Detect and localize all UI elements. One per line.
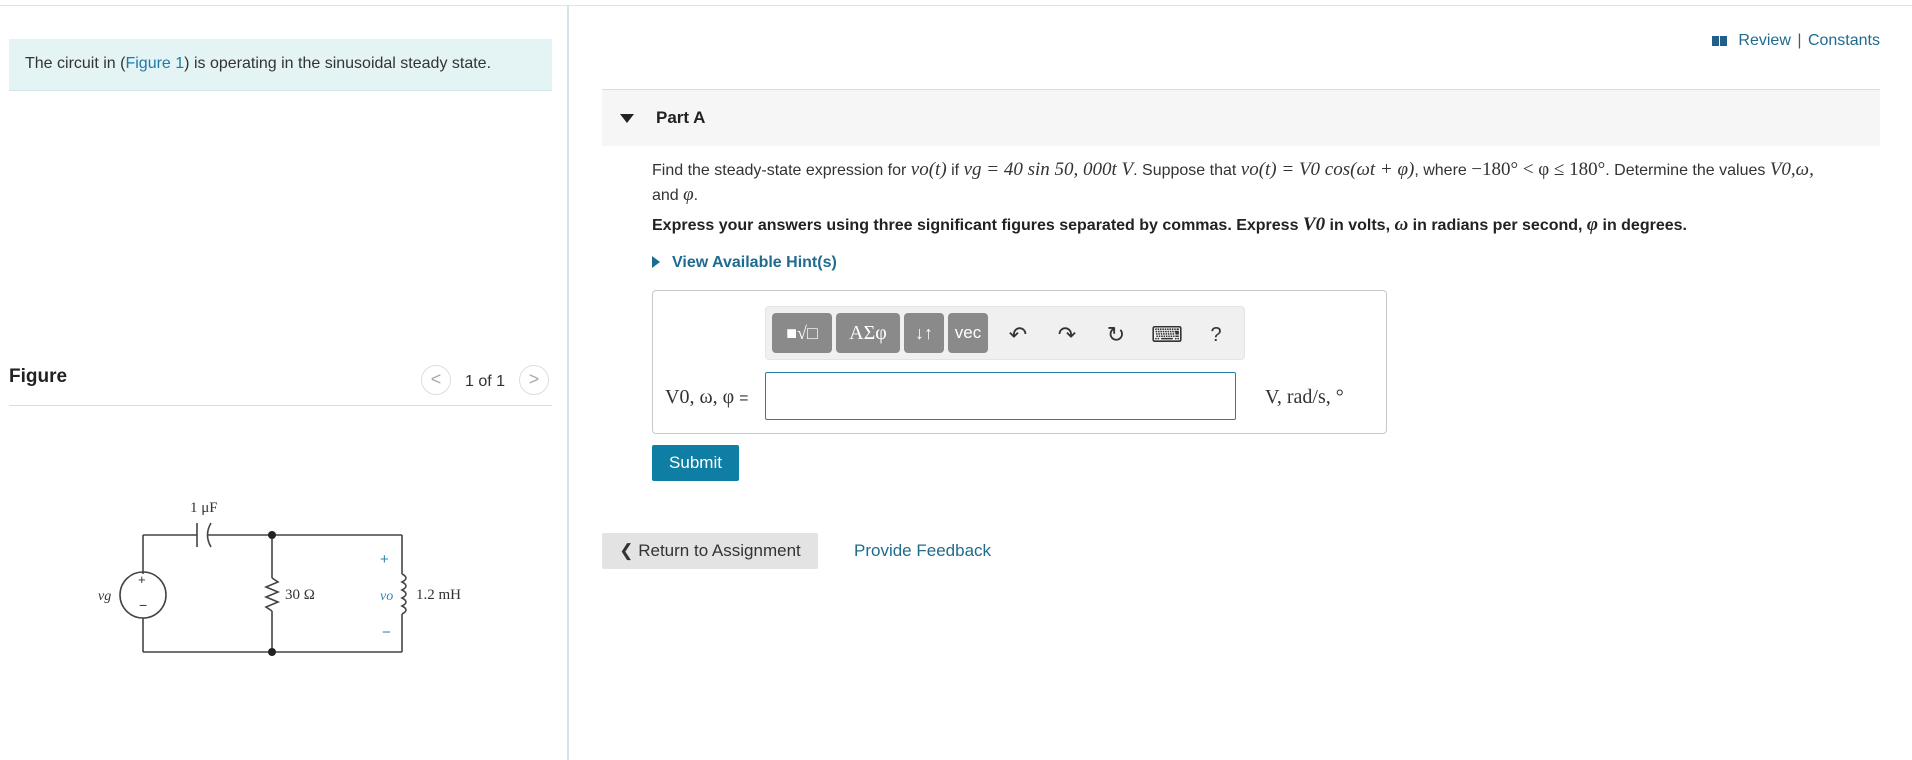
right-panel: Review | Constants Part A Find the stead…: [600, 0, 1880, 760]
inductor: [400, 573, 407, 615]
panel-divider: [567, 5, 569, 760]
vector-button[interactable]: vec: [948, 313, 988, 353]
figure-link[interactable]: Figure 1: [125, 55, 184, 72]
previous-figure-button[interactable]: <: [421, 365, 451, 395]
question-text: Find the steady-state expression for vo(…: [652, 159, 1814, 205]
source-minus: −: [139, 597, 147, 613]
output-minus: −: [382, 624, 391, 641]
figure-header: Figure < 1 of 1 >: [9, 354, 552, 406]
node: [268, 531, 276, 539]
keyboard-icon[interactable]: ⌨: [1150, 321, 1184, 349]
help-icon[interactable]: ?: [1202, 321, 1230, 349]
answer-variable-label: V0, ω, φ =: [665, 386, 749, 408]
expand-caret-icon: [652, 256, 660, 268]
review-constants-links: Review | Constants: [1711, 32, 1880, 50]
undo-icon[interactable]: ↶: [1004, 321, 1032, 349]
answer-units: V, rad/s, °: [1265, 386, 1344, 408]
left-panel: The circuit in (Figure 1) is operating i…: [0, 0, 568, 760]
link-separator: |: [1797, 32, 1802, 49]
collapse-caret-icon[interactable]: [620, 114, 634, 123]
answer-box: ■√□ ΑΣφ ↓↑ vec ↶ ↷ ↻ ⌨ ? V0, ω, φ = V, r…: [652, 290, 1387, 434]
resistor-label: 30 Ω: [285, 587, 315, 603]
output-label: vo: [380, 589, 393, 604]
resistor: [263, 577, 281, 612]
return-to-assignment-button[interactable]: ❮ Return to Assignment: [602, 533, 818, 569]
source-plus: +: [138, 572, 146, 587]
part-title: Part A: [656, 108, 706, 127]
part-a-header[interactable]: Part A: [602, 89, 1880, 146]
math-toolbar: ■√□ ΑΣφ ↓↑ vec ↶ ↷ ↻ ⌨ ?: [765, 306, 1245, 360]
hint-label: View Available Hint(s): [672, 254, 837, 271]
figure-page-indicator: 1 of 1: [465, 373, 506, 390]
answer-instructions: Express your answers using three signifi…: [652, 214, 1687, 235]
view-hints-toggle[interactable]: View Available Hint(s): [652, 254, 837, 272]
source-label: vg: [98, 589, 111, 604]
review-link[interactable]: Review: [1738, 32, 1790, 49]
templates-button[interactable]: ■√□: [772, 313, 832, 353]
inductor-label: 1.2 mH: [416, 587, 461, 603]
capacitor-label: 1 μF: [190, 500, 218, 516]
figure-title: Figure: [9, 366, 68, 387]
submit-button[interactable]: Submit: [652, 445, 739, 481]
output-plus: +: [380, 551, 389, 568]
book-icon-page: [1719, 36, 1727, 46]
answer-input[interactable]: [765, 372, 1236, 420]
constants-link[interactable]: Constants: [1808, 32, 1880, 49]
return-label: Return to Assignment: [638, 541, 801, 560]
reset-icon[interactable]: ↻: [1102, 321, 1130, 349]
node: [268, 648, 276, 656]
greek-symbols-button[interactable]: ΑΣφ: [836, 313, 900, 353]
next-figure-button[interactable]: >: [519, 365, 549, 395]
intro-text: The circuit in (: [25, 55, 126, 72]
arrows-button[interactable]: ↓↑: [904, 313, 944, 353]
chevron-left-icon: ❮: [619, 541, 634, 560]
book-icon: [1711, 36, 1719, 46]
redo-icon[interactable]: ↷: [1053, 321, 1081, 349]
intro-text-end: ) is operating in the sinusoidal steady …: [184, 55, 492, 72]
circuit-diagram: 1 μF 30 Ω 1.2 mH vg + − + vo −: [98, 500, 461, 656]
provide-feedback-link[interactable]: Provide Feedback: [854, 541, 991, 561]
problem-intro: The circuit in (Figure 1) is operating i…: [9, 39, 552, 91]
